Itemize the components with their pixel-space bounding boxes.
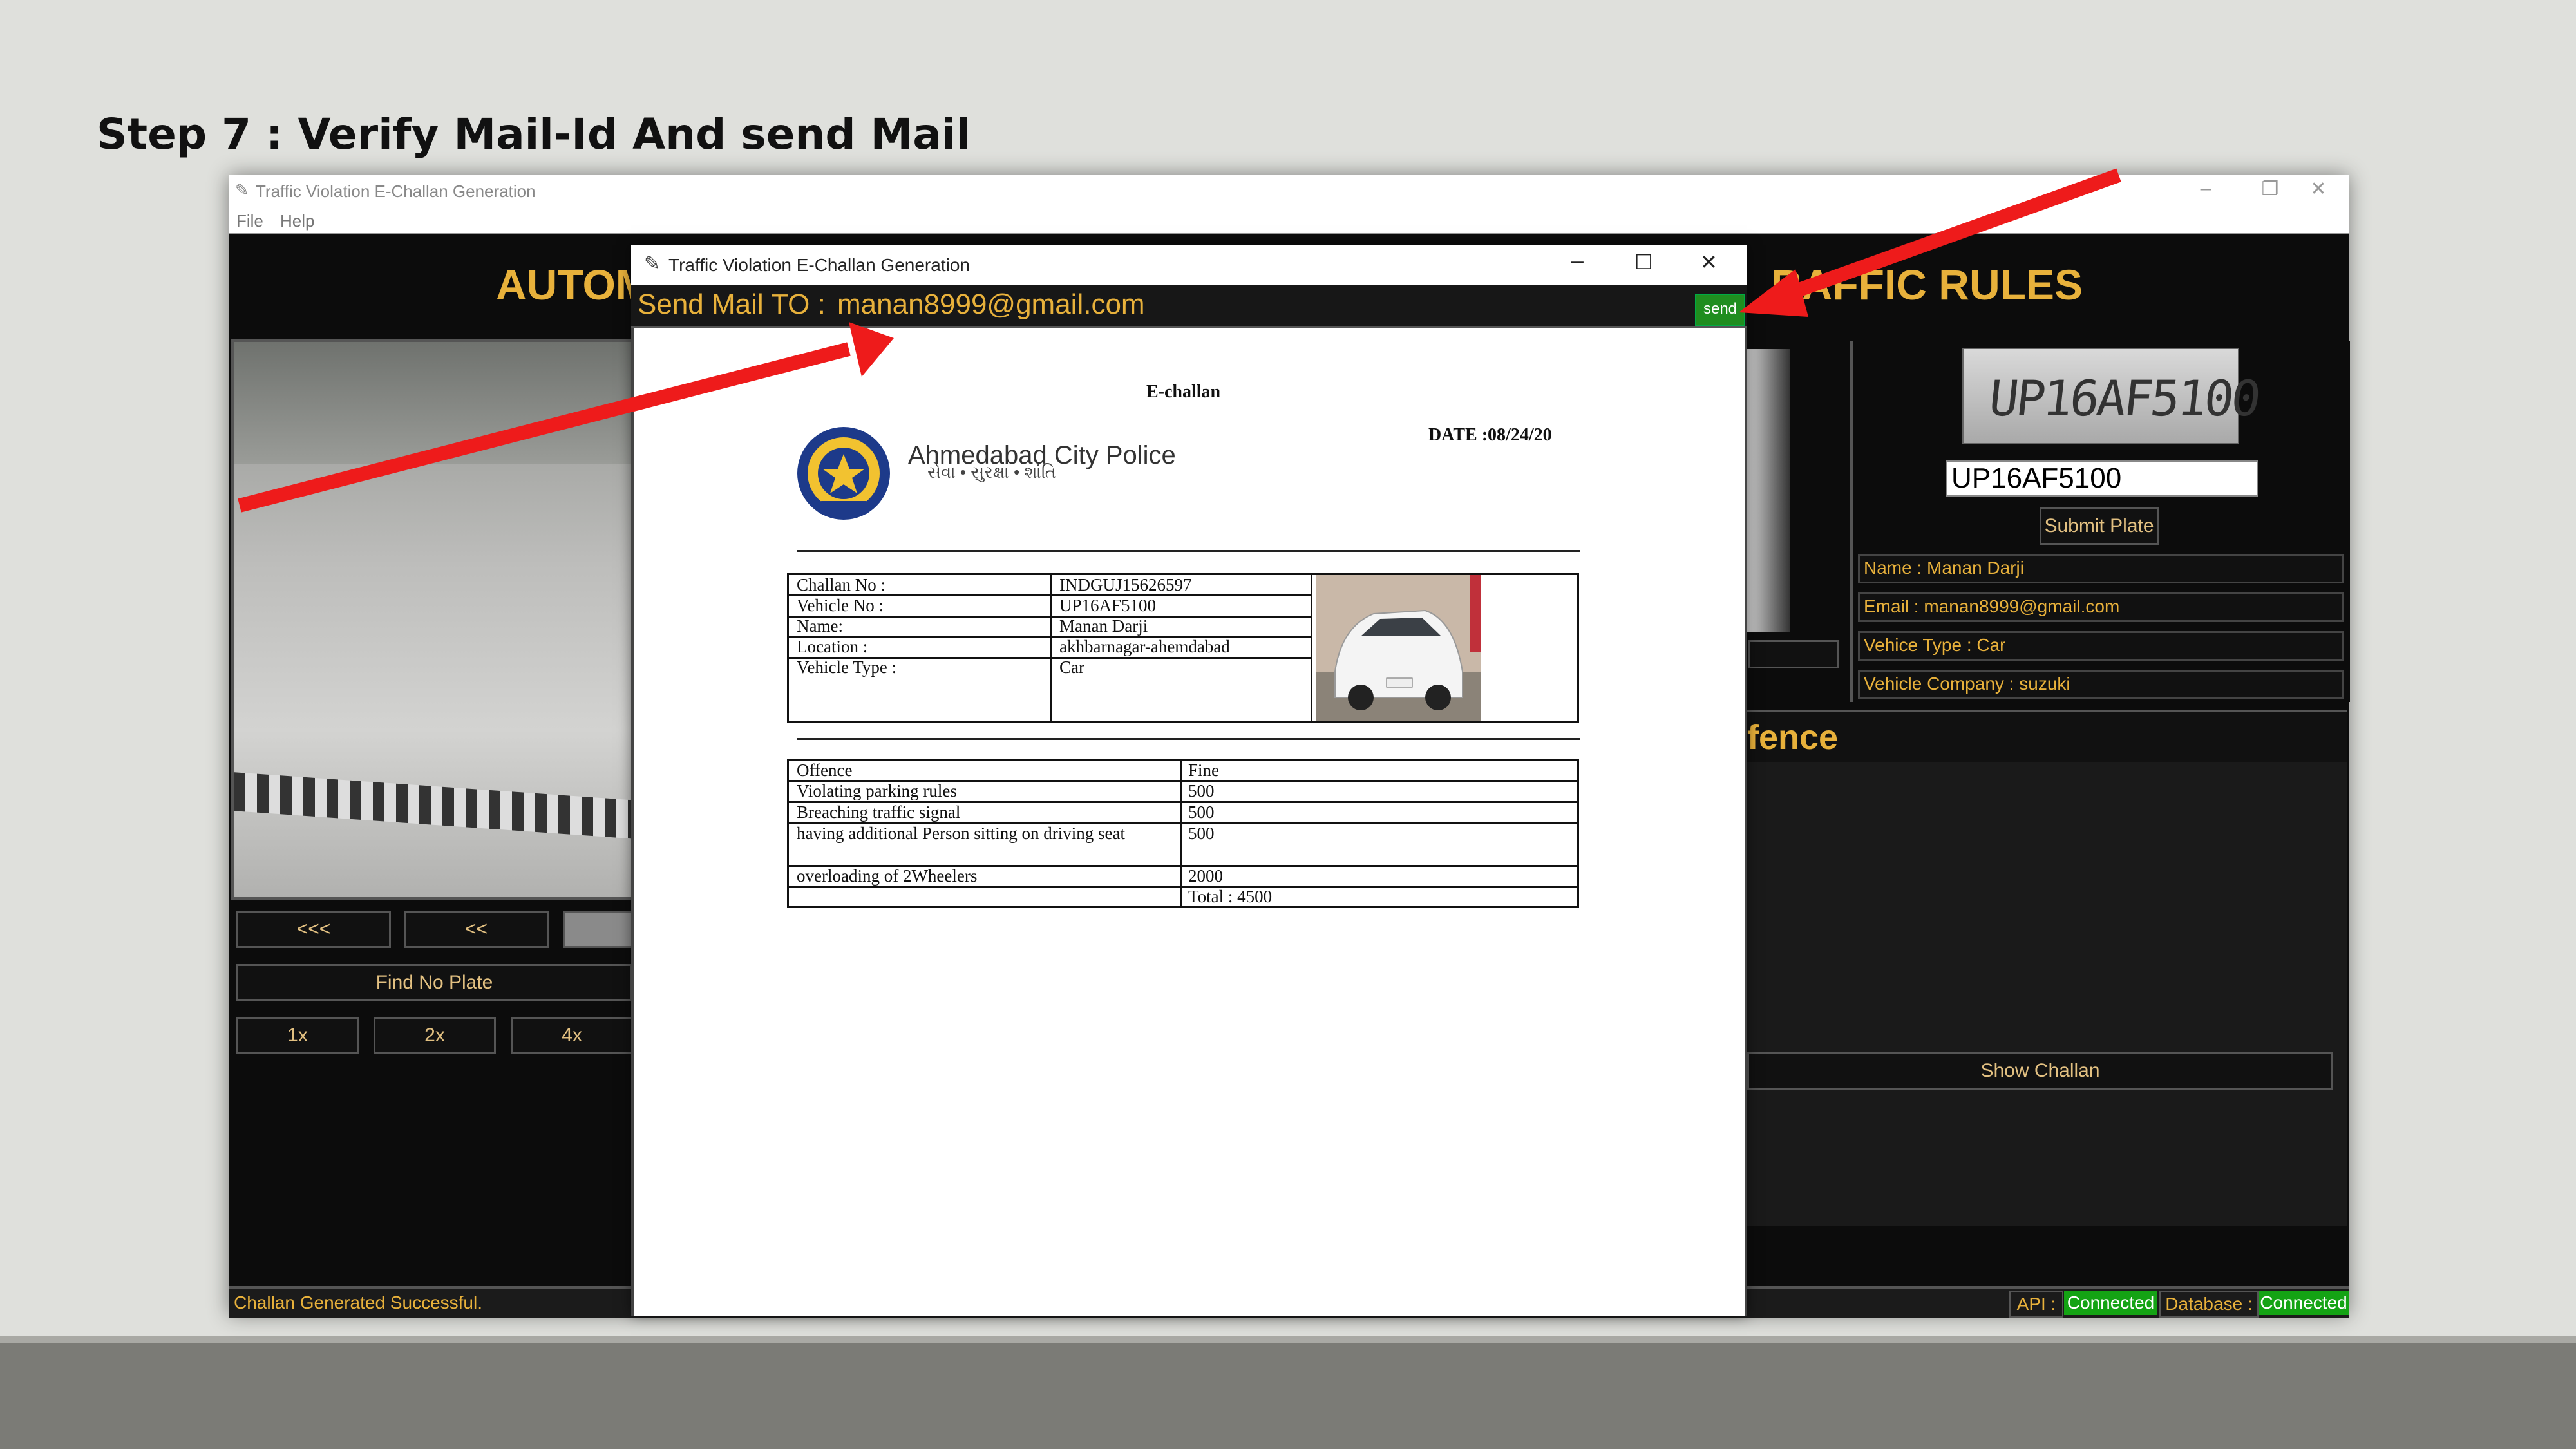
arrow-to-email [238,342,851,513]
annotation-arrows [238,168,2121,513]
arrow-to-send [1788,168,2121,300]
arrow-head-send [1739,269,1808,317]
arrow-head-email [849,322,894,377]
